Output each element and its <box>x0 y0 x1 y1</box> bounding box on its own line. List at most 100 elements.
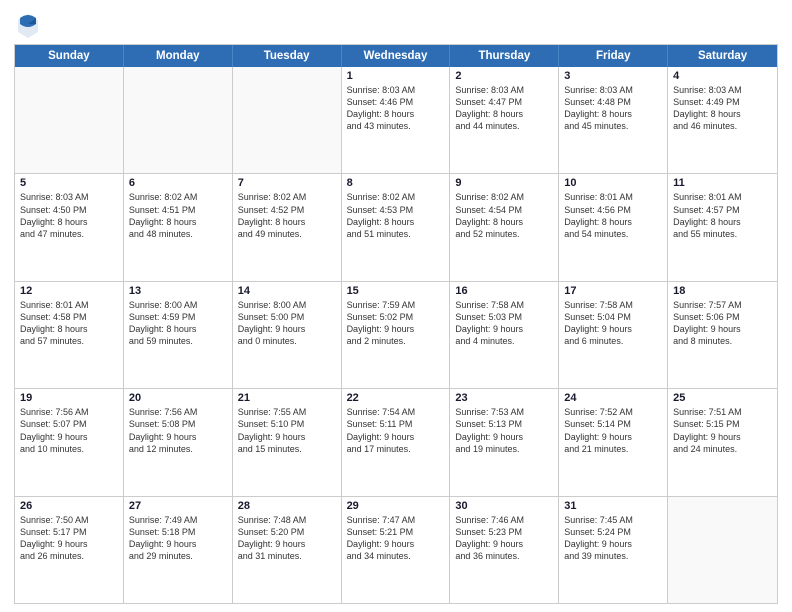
day-number: 25 <box>673 392 773 404</box>
calendar-week-4: 19 Sunrise: 7:56 AM Sunset: 5:07 PM Dayli… <box>15 388 777 495</box>
day-info: Sunrise: 8:03 AM Sunset: 4:50 PM Dayligh… <box>20 191 119 240</box>
calendar-header: SundayMondayTuesdayWednesdayThursdayFrid… <box>15 45 777 67</box>
day-number: 28 <box>238 500 337 512</box>
calendar-cell: 10 Sunrise: 8:01 AM Sunset: 4:56 PM Dayli… <box>559 174 668 280</box>
day-info: Sunrise: 7:58 AM Sunset: 5:03 PM Dayligh… <box>455 299 554 348</box>
day-info: Sunrise: 7:53 AM Sunset: 5:13 PM Dayligh… <box>455 406 554 455</box>
day-header-sunday: Sunday <box>15 45 124 67</box>
calendar-cell: 24 Sunrise: 7:52 AM Sunset: 5:14 PM Dayli… <box>559 389 668 495</box>
day-header-thursday: Thursday <box>450 45 559 67</box>
calendar-cell <box>124 67 233 173</box>
calendar-cell: 7 Sunrise: 8:02 AM Sunset: 4:52 PM Daylig… <box>233 174 342 280</box>
page: SundayMondayTuesdayWednesdayThursdayFrid… <box>0 0 792 612</box>
day-info: Sunrise: 7:56 AM Sunset: 5:07 PM Dayligh… <box>20 406 119 455</box>
calendar-cell: 3 Sunrise: 8:03 AM Sunset: 4:48 PM Daylig… <box>559 67 668 173</box>
day-info: Sunrise: 8:03 AM Sunset: 4:48 PM Dayligh… <box>564 84 663 133</box>
day-number: 31 <box>564 500 663 512</box>
calendar: SundayMondayTuesdayWednesdayThursdayFrid… <box>14 44 778 604</box>
day-info: Sunrise: 8:02 AM Sunset: 4:52 PM Dayligh… <box>238 191 337 240</box>
day-info: Sunrise: 7:51 AM Sunset: 5:15 PM Dayligh… <box>673 406 773 455</box>
day-number: 18 <box>673 285 773 297</box>
calendar-cell: 6Sunrise: 8:02 AM Sunset: 4:51 PM Daylig… <box>124 174 233 280</box>
calendar-cell: 1 Sunrise: 8:03 AM Sunset: 4:46 PM Daylig… <box>342 67 451 173</box>
calendar-cell: 26Sunrise: 7:50 AM Sunset: 5:17 PM Dayli… <box>15 497 124 603</box>
day-number: 8 <box>347 177 446 189</box>
calendar-cell: 19 Sunrise: 7:56 AM Sunset: 5:07 PM Dayli… <box>15 389 124 495</box>
day-header-monday: Monday <box>124 45 233 67</box>
day-number: 5 <box>20 177 119 189</box>
calendar-cell: 15 Sunrise: 7:59 AM Sunset: 5:02 PM Dayli… <box>342 282 451 388</box>
calendar-cell: 11Sunrise: 8:01 AM Sunset: 4:57 PM Dayli… <box>668 174 777 280</box>
calendar-cell: 22Sunrise: 7:54 AM Sunset: 5:11 PM Dayli… <box>342 389 451 495</box>
day-number: 30 <box>455 500 554 512</box>
calendar-cell: 31 Sunrise: 7:45 AM Sunset: 5:24 PM Dayli… <box>559 497 668 603</box>
day-info: Sunrise: 8:03 AM Sunset: 4:49 PM Dayligh… <box>673 84 773 133</box>
day-number: 24 <box>564 392 663 404</box>
calendar-cell: 13Sunrise: 8:00 AM Sunset: 4:59 PM Dayli… <box>124 282 233 388</box>
calendar-cell: 14 Sunrise: 8:00 AM Sunset: 5:00 PM Dayli… <box>233 282 342 388</box>
calendar-cell: 25 Sunrise: 7:51 AM Sunset: 5:15 PM Dayli… <box>668 389 777 495</box>
day-info: Sunrise: 7:59 AM Sunset: 5:02 PM Dayligh… <box>347 299 446 348</box>
day-info: Sunrise: 7:58 AM Sunset: 5:04 PM Dayligh… <box>564 299 663 348</box>
day-number: 9 <box>455 177 554 189</box>
calendar-week-1: 1 Sunrise: 8:03 AM Sunset: 4:46 PM Daylig… <box>15 67 777 173</box>
day-info: Sunrise: 8:00 AM Sunset: 5:00 PM Dayligh… <box>238 299 337 348</box>
day-info: Sunrise: 7:57 AM Sunset: 5:06 PM Dayligh… <box>673 299 773 348</box>
day-number: 10 <box>564 177 663 189</box>
day-info: Sunrise: 7:50 AM Sunset: 5:17 PM Dayligh… <box>20 514 119 563</box>
calendar-cell: 29 Sunrise: 7:47 AM Sunset: 5:21 PM Dayli… <box>342 497 451 603</box>
day-number: 23 <box>455 392 554 404</box>
day-header-tuesday: Tuesday <box>233 45 342 67</box>
day-number: 11 <box>673 177 773 189</box>
calendar-cell: 27 Sunrise: 7:49 AM Sunset: 5:18 PM Dayli… <box>124 497 233 603</box>
day-info: Sunrise: 7:45 AM Sunset: 5:24 PM Dayligh… <box>564 514 663 563</box>
day-header-saturday: Saturday <box>668 45 777 67</box>
day-info: Sunrise: 7:47 AM Sunset: 5:21 PM Dayligh… <box>347 514 446 563</box>
day-number: 17 <box>564 285 663 297</box>
calendar-cell <box>668 497 777 603</box>
logo-icon <box>14 10 42 38</box>
day-info: Sunrise: 8:03 AM Sunset: 4:46 PM Dayligh… <box>347 84 446 133</box>
day-number: 27 <box>129 500 228 512</box>
calendar-body: 1 Sunrise: 8:03 AM Sunset: 4:46 PM Daylig… <box>15 67 777 603</box>
calendar-cell: 4 Sunrise: 8:03 AM Sunset: 4:49 PM Daylig… <box>668 67 777 173</box>
day-info: Sunrise: 8:03 AM Sunset: 4:47 PM Dayligh… <box>455 84 554 133</box>
day-info: Sunrise: 8:01 AM Sunset: 4:58 PM Dayligh… <box>20 299 119 348</box>
calendar-cell: 12 Sunrise: 8:01 AM Sunset: 4:58 PM Dayli… <box>15 282 124 388</box>
calendar-week-2: 5 Sunrise: 8:03 AM Sunset: 4:50 PM Daylig… <box>15 173 777 280</box>
calendar-cell: 5 Sunrise: 8:03 AM Sunset: 4:50 PM Daylig… <box>15 174 124 280</box>
day-number: 3 <box>564 70 663 82</box>
day-info: Sunrise: 7:49 AM Sunset: 5:18 PM Dayligh… <box>129 514 228 563</box>
calendar-cell: 30 Sunrise: 7:46 AM Sunset: 5:23 PM Dayli… <box>450 497 559 603</box>
day-number: 21 <box>238 392 337 404</box>
day-info: Sunrise: 8:01 AM Sunset: 4:56 PM Dayligh… <box>564 191 663 240</box>
day-number: 15 <box>347 285 446 297</box>
calendar-cell: 18 Sunrise: 7:57 AM Sunset: 5:06 PM Dayli… <box>668 282 777 388</box>
calendar-cell: 21Sunrise: 7:55 AM Sunset: 5:10 PM Dayli… <box>233 389 342 495</box>
logo <box>14 10 46 38</box>
day-info: Sunrise: 8:02 AM Sunset: 4:54 PM Dayligh… <box>455 191 554 240</box>
day-info: Sunrise: 7:48 AM Sunset: 5:20 PM Dayligh… <box>238 514 337 563</box>
calendar-cell <box>233 67 342 173</box>
day-number: 19 <box>20 392 119 404</box>
day-number: 16 <box>455 285 554 297</box>
day-number: 7 <box>238 177 337 189</box>
day-number: 2 <box>455 70 554 82</box>
day-number: 14 <box>238 285 337 297</box>
day-number: 1 <box>347 70 446 82</box>
calendar-cell: 16 Sunrise: 7:58 AM Sunset: 5:03 PM Dayli… <box>450 282 559 388</box>
day-info: Sunrise: 7:52 AM Sunset: 5:14 PM Dayligh… <box>564 406 663 455</box>
header <box>14 10 778 38</box>
day-number: 12 <box>20 285 119 297</box>
calendar-cell: 23 Sunrise: 7:53 AM Sunset: 5:13 PM Dayli… <box>450 389 559 495</box>
day-info: Sunrise: 7:56 AM Sunset: 5:08 PM Dayligh… <box>129 406 228 455</box>
day-header-wednesday: Wednesday <box>342 45 451 67</box>
day-number: 4 <box>673 70 773 82</box>
day-info: Sunrise: 7:46 AM Sunset: 5:23 PM Dayligh… <box>455 514 554 563</box>
calendar-cell: 28 Sunrise: 7:48 AM Sunset: 5:20 PM Dayli… <box>233 497 342 603</box>
day-header-friday: Friday <box>559 45 668 67</box>
calendar-cell: 2 Sunrise: 8:03 AM Sunset: 4:47 PM Daylig… <box>450 67 559 173</box>
day-info: Sunrise: 8:02 AM Sunset: 4:51 PM Dayligh… <box>129 191 228 240</box>
calendar-week-5: 26Sunrise: 7:50 AM Sunset: 5:17 PM Dayli… <box>15 496 777 603</box>
day-number: 29 <box>347 500 446 512</box>
